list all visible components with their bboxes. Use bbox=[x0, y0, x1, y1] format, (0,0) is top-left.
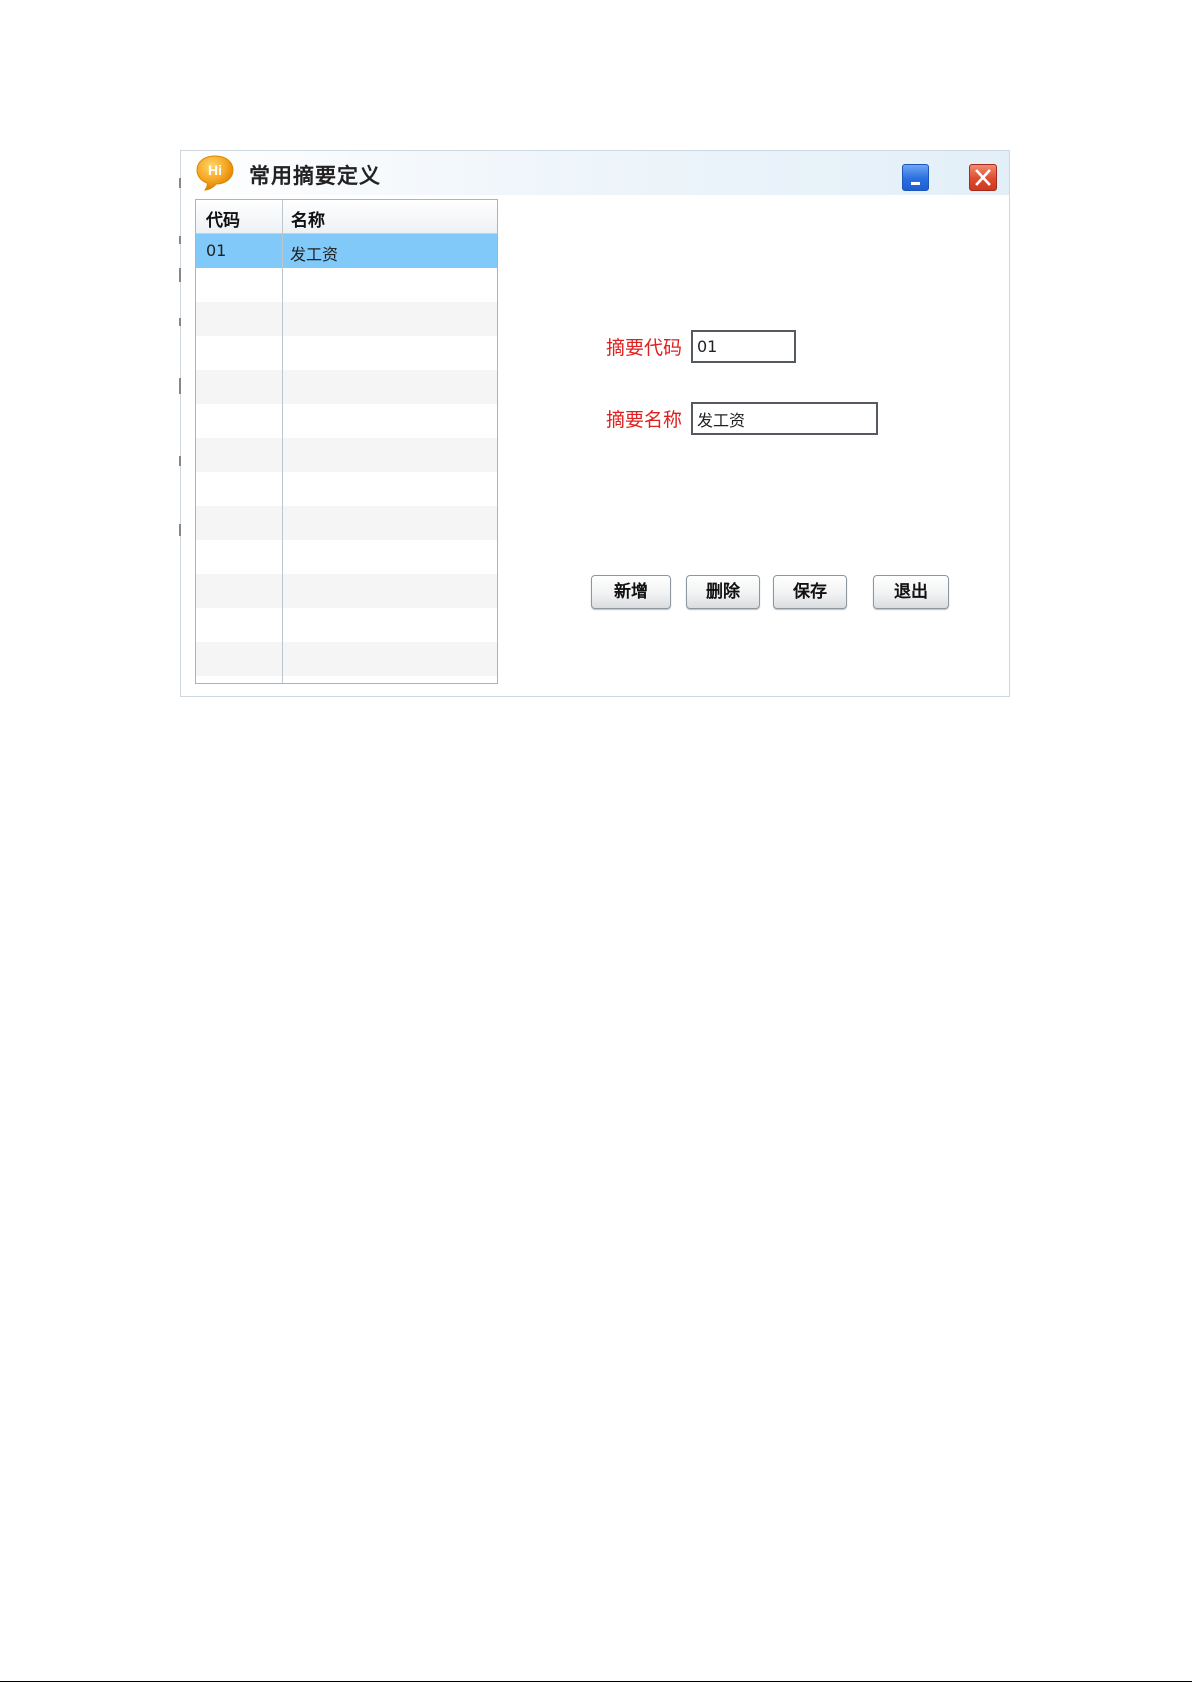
table-row-empty[interactable] bbox=[196, 608, 497, 642]
scan-artifact bbox=[179, 236, 181, 244]
table-row[interactable]: 01 发工资 bbox=[196, 234, 497, 268]
code-label: 摘要代码 bbox=[606, 337, 683, 359]
table-row-empty[interactable] bbox=[196, 472, 497, 506]
cell-code: 01 bbox=[206, 241, 227, 260]
table-row-empty[interactable] bbox=[196, 268, 497, 302]
column-header-code[interactable]: 代码 bbox=[206, 206, 240, 231]
cell-name: 发工资 bbox=[290, 245, 339, 264]
scan-artifact bbox=[179, 524, 181, 536]
scan-artifact bbox=[179, 378, 181, 394]
minimize-button[interactable] bbox=[902, 164, 929, 191]
save-button[interactable]: 保存 bbox=[773, 575, 847, 609]
column-divider bbox=[282, 200, 283, 683]
name-input[interactable] bbox=[691, 402, 878, 435]
column-header-name[interactable]: 名称 bbox=[291, 206, 325, 231]
table-row-empty[interactable] bbox=[196, 642, 497, 676]
page-bottom-rule bbox=[0, 1681, 1192, 1682]
table-row-empty[interactable] bbox=[196, 540, 497, 574]
scan-artifact bbox=[179, 268, 181, 282]
scan-artifact bbox=[179, 318, 181, 326]
table-row-empty[interactable] bbox=[196, 404, 497, 438]
add-button[interactable]: 新增 bbox=[591, 575, 671, 609]
close-button[interactable] bbox=[969, 164, 997, 191]
table-row-empty[interactable] bbox=[196, 574, 497, 608]
scan-artifact bbox=[179, 178, 181, 188]
name-label: 摘要名称 bbox=[606, 409, 683, 431]
scan-artifact bbox=[179, 456, 181, 466]
app-icon-text: Hi bbox=[208, 162, 222, 178]
exit-button[interactable]: 退出 bbox=[873, 575, 949, 609]
table-row-empty[interactable] bbox=[196, 506, 497, 540]
summary-table: 代码 名称 01 发工资 bbox=[195, 199, 498, 684]
table-header: 代码 名称 bbox=[196, 200, 497, 234]
code-input[interactable] bbox=[691, 330, 796, 363]
summary-definition-window: Hi 常用摘要定义 代码 名称 01 发工资 摘要代码 01 摘要名称 发工资 … bbox=[180, 150, 1010, 697]
table-row-empty[interactable] bbox=[196, 336, 497, 370]
window-title: 常用摘要定义 bbox=[249, 164, 381, 188]
table-row-empty[interactable] bbox=[196, 302, 497, 336]
hi-app-icon: Hi bbox=[196, 155, 234, 191]
minimize-icon bbox=[911, 182, 920, 185]
title-bar[interactable]: Hi 常用摘要定义 bbox=[181, 151, 1009, 195]
delete-button[interactable]: 删除 bbox=[686, 575, 760, 609]
table-row-empty[interactable] bbox=[196, 370, 497, 404]
close-icon bbox=[975, 169, 991, 186]
table-row-empty[interactable] bbox=[196, 438, 497, 472]
